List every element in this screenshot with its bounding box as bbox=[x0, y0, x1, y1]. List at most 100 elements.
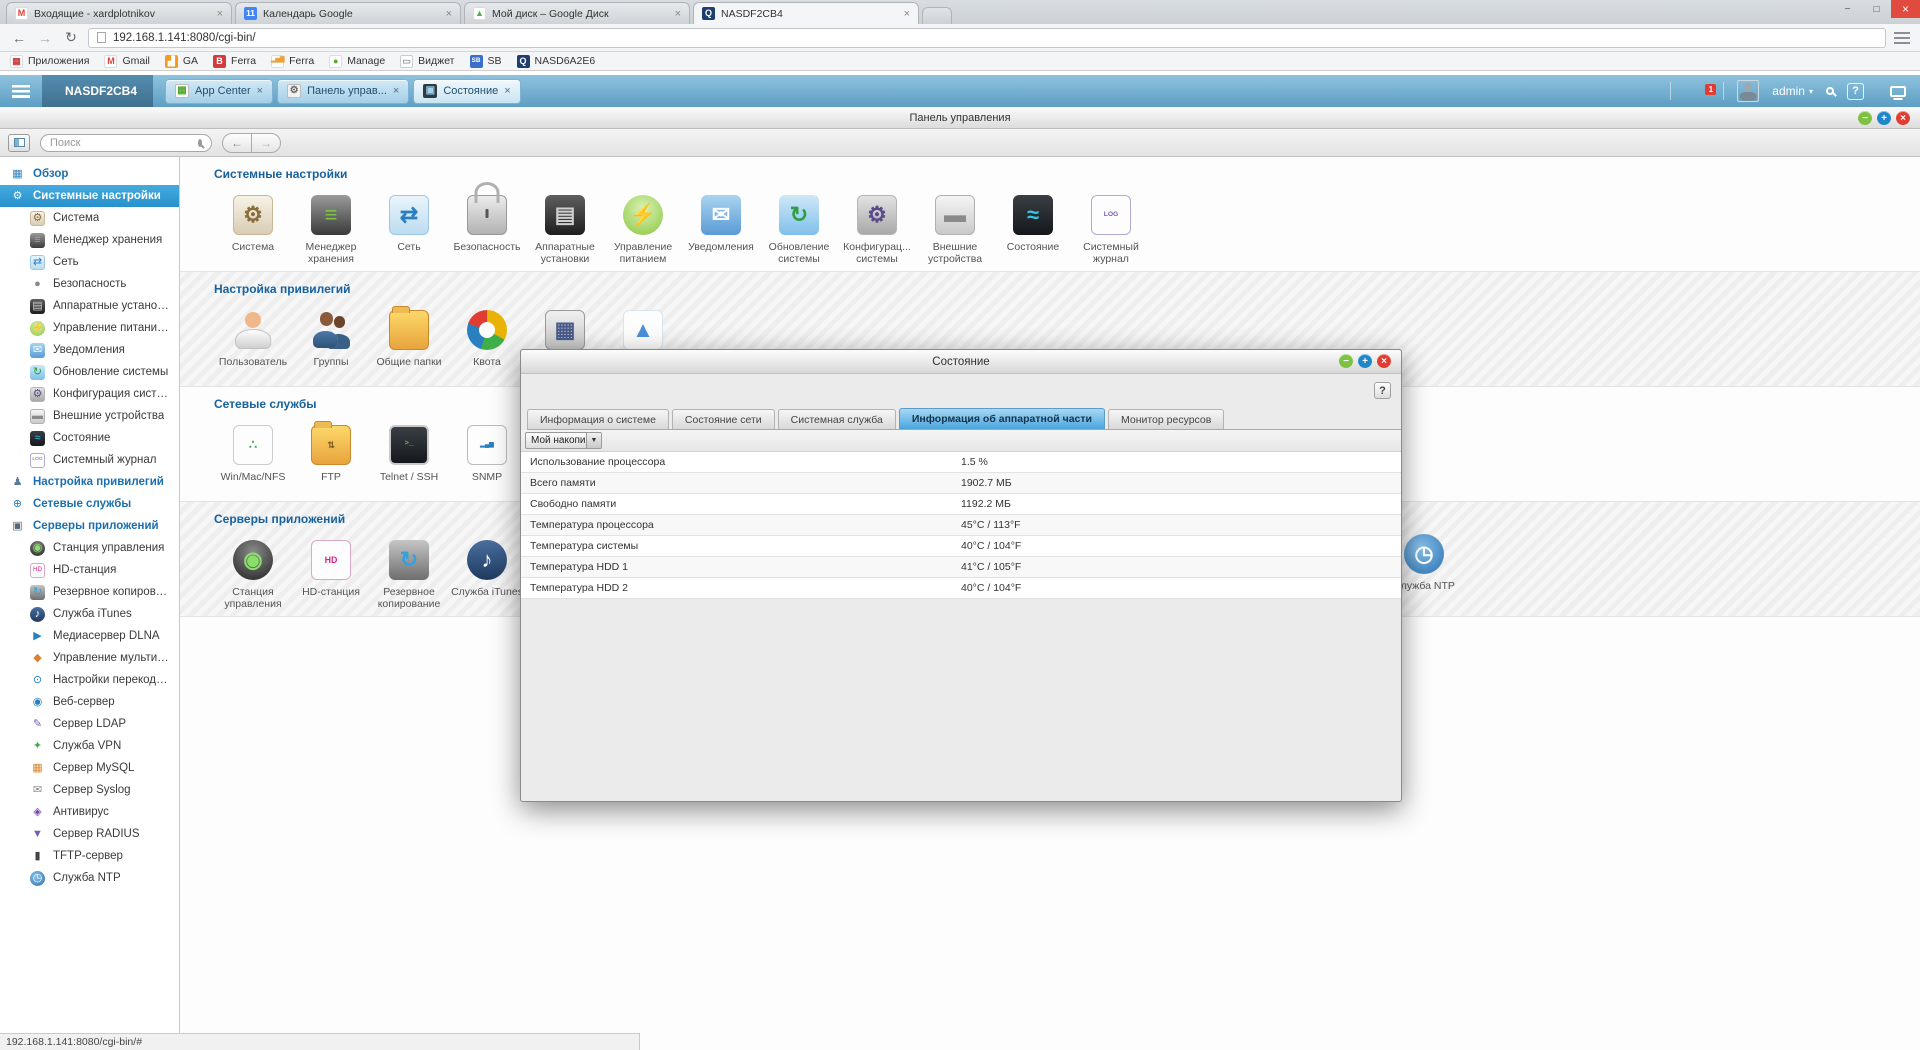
sidebar-item[interactable]: ↻ Обновление системы bbox=[0, 361, 179, 383]
app-shortcut[interactable]: ⇄ Сеть bbox=[370, 191, 448, 265]
sidebar-item[interactable]: ⇄ Сеть bbox=[0, 251, 179, 273]
dialog-tab[interactable]: Информация о системе bbox=[527, 409, 669, 429]
sidebar-item[interactable]: ⚙ Системные настройки bbox=[0, 185, 179, 207]
sidebar-item[interactable]: ≡ Менеджер хранения bbox=[0, 229, 179, 251]
sidebar-item[interactable]: ▦ Обзор bbox=[0, 163, 179, 185]
sidebar-toggle-button[interactable] bbox=[8, 134, 30, 152]
app-shortcut[interactable]: ◉ Станция управления bbox=[214, 536, 292, 610]
browser-tab[interactable]: M Входящие - xardplotnikov bbox=[6, 2, 232, 24]
sidebar-item[interactable]: ♪ Служба iTunes bbox=[0, 603, 179, 625]
dialog-title-bar[interactable]: Состояние bbox=[521, 350, 1401, 374]
chevron-down-icon[interactable] bbox=[586, 433, 601, 448]
app-shortcut[interactable]: ↻ Обновление системы bbox=[760, 191, 838, 265]
app-shortcut[interactable]: ⚙ Система bbox=[214, 191, 292, 265]
app-shortcut[interactable]: ≡ Менеджер хранения bbox=[292, 191, 370, 265]
new-tab-button[interactable] bbox=[922, 7, 952, 24]
bookmark-item[interactable]: ● Manage bbox=[329, 55, 385, 68]
close-icon[interactable] bbox=[904, 8, 910, 20]
app-shortcut[interactable]: LOG Системный журнал bbox=[1072, 191, 1150, 265]
app-shortcut[interactable]: HD HD-станция bbox=[292, 536, 370, 610]
sidebar-item[interactable]: ♟ Настройка привилегий bbox=[0, 471, 179, 493]
bookmark-item[interactable]: ▭ Виджет bbox=[400, 55, 454, 68]
reload-icon[interactable] bbox=[62, 29, 80, 46]
app-shortcut[interactable]: ↻ Резервное копирование bbox=[370, 536, 448, 610]
avatar[interactable] bbox=[1737, 80, 1759, 102]
bookmark-item[interactable]: SB SB bbox=[470, 55, 502, 68]
bookmark-item[interactable]: M Gmail bbox=[104, 55, 149, 68]
search-icon[interactable] bbox=[1826, 87, 1834, 95]
sidebar-item[interactable]: HD HD-станция bbox=[0, 559, 179, 581]
sidebar-item[interactable]: ▬ Внешние устройства bbox=[0, 405, 179, 427]
dialog-tab[interactable]: Информация об аппаратной части bbox=[899, 408, 1105, 429]
sidebar-item[interactable]: ⊙ Настройки перекодиров... bbox=[0, 669, 179, 691]
nas-app-tab[interactable]: ▣ Состояние bbox=[413, 79, 520, 104]
browser-menu-icon[interactable] bbox=[1894, 32, 1910, 44]
minimize-icon[interactable] bbox=[1858, 111, 1872, 125]
maximize-icon[interactable] bbox=[1877, 111, 1891, 125]
dialog-help-button[interactable]: ? bbox=[1374, 382, 1391, 399]
sidebar-item[interactable]: ⚙ Конфигурация системы bbox=[0, 383, 179, 405]
app-shortcut[interactable]: ▂▄▆ SNMP bbox=[448, 421, 526, 495]
sidebar-item[interactable]: ✉ Сервер Syslog bbox=[0, 779, 179, 801]
sidebar-item[interactable]: ✦ Служба VPN bbox=[0, 735, 179, 757]
sidebar-item[interactable]: ✎ Сервер LDAP bbox=[0, 713, 179, 735]
app-shortcut[interactable]: ≈ Состояние bbox=[994, 191, 1072, 265]
dashboard-icon[interactable] bbox=[1890, 86, 1906, 97]
back-button[interactable] bbox=[222, 133, 252, 153]
browser-tab[interactable]: Q NASDF2CB4 bbox=[693, 2, 919, 24]
sidebar-item[interactable]: ◉ Станция управления bbox=[0, 537, 179, 559]
sidebar-item[interactable]: ▣ Серверы приложений bbox=[0, 515, 179, 537]
app-shortcut[interactable]: ⇅ FTP bbox=[292, 421, 370, 495]
forward-button[interactable] bbox=[251, 133, 281, 153]
close-icon[interactable] bbox=[217, 8, 223, 20]
search-icon[interactable] bbox=[198, 139, 202, 147]
bookmark-item[interactable]: ▟ GA bbox=[165, 55, 198, 68]
sidebar-item[interactable]: ⚙ Система bbox=[0, 207, 179, 229]
nas-app-tab[interactable]: ▦ App Center bbox=[165, 79, 273, 104]
sidebar-item[interactable]: ▶ Медиасервер DLNA bbox=[0, 625, 179, 647]
forward-icon[interactable] bbox=[36, 30, 54, 46]
sidebar-item[interactable]: ▮ TFTP-сервер bbox=[0, 845, 179, 867]
sidebar-item[interactable]: ↻ Резервное копирование bbox=[0, 581, 179, 603]
app-shortcut[interactable]: ∴ Win/Mac/NFS bbox=[214, 421, 292, 495]
close-icon[interactable] bbox=[393, 85, 399, 97]
browser-tab[interactable]: ▲ Мой диск – Google Диск bbox=[464, 2, 690, 24]
dialog-tab[interactable]: Состояние сети bbox=[672, 409, 775, 429]
back-icon[interactable] bbox=[10, 30, 28, 46]
sidebar-item[interactable]: ◉ Веб-сервер bbox=[0, 691, 179, 713]
sidebar-item[interactable]: ▦ Сервер MySQL bbox=[0, 757, 179, 779]
minimize-icon[interactable] bbox=[1833, 0, 1862, 18]
bookmark-item[interactable]: Q NASD6A2E6 bbox=[517, 55, 596, 68]
close-icon[interactable] bbox=[675, 8, 681, 20]
bookmark-item[interactable]: B Ferra bbox=[213, 55, 256, 68]
close-icon[interactable] bbox=[1377, 354, 1391, 368]
sidebar-item[interactable]: ● Безопасность bbox=[0, 273, 179, 295]
close-icon[interactable] bbox=[446, 8, 452, 20]
app-shortcut[interactable]: Безопасность bbox=[448, 191, 526, 265]
app-shortcut[interactable]: Пользователь bbox=[214, 306, 292, 380]
app-shortcut[interactable]: Квота bbox=[448, 306, 526, 380]
minimize-icon[interactable] bbox=[1339, 354, 1353, 368]
sidebar-item[interactable]: ✉ Уведомления bbox=[0, 339, 179, 361]
dialog-tab[interactable]: Монитор ресурсов bbox=[1108, 409, 1224, 429]
app-shortcut[interactable]: ⚡ Управление питанием bbox=[604, 191, 682, 265]
bookmark-item[interactable]: ▂▅▇ Ferra bbox=[271, 55, 314, 68]
close-icon[interactable] bbox=[1891, 0, 1920, 18]
sidebar-item[interactable]: ◈ Антивирус bbox=[0, 801, 179, 823]
app-shortcut[interactable]: ⚙ Конфигурац... системы bbox=[838, 191, 916, 265]
browser-tab[interactable]: 11 Календарь Google bbox=[235, 2, 461, 24]
sidebar-item[interactable]: ⊕ Сетевые службы bbox=[0, 493, 179, 515]
app-shortcut[interactable]: ▤ Аппаратные установки bbox=[526, 191, 604, 265]
volume-select[interactable]: Мой накопи bbox=[525, 432, 602, 449]
app-shortcut[interactable]: Общие папки bbox=[370, 306, 448, 380]
app-shortcut[interactable]: Группы bbox=[292, 306, 370, 380]
dialog-tab[interactable]: Системная служба bbox=[778, 409, 896, 429]
help-button[interactable]: ? bbox=[1847, 83, 1864, 100]
close-icon[interactable] bbox=[257, 85, 263, 97]
bookmark-item[interactable]: ▦ Приложения bbox=[10, 55, 89, 68]
app-shortcut[interactable]: >_ Telnet / SSH bbox=[370, 421, 448, 495]
app-shortcut[interactable]: ✉ Уведомления bbox=[682, 191, 760, 265]
sidebar-item[interactable]: ⚡ Управление питанием bbox=[0, 317, 179, 339]
nas-app-tab[interactable]: ⚙ Панель управ... bbox=[277, 79, 409, 104]
url-input[interactable]: 192.168.1.141:8080/cgi-bin/ bbox=[88, 28, 1886, 48]
